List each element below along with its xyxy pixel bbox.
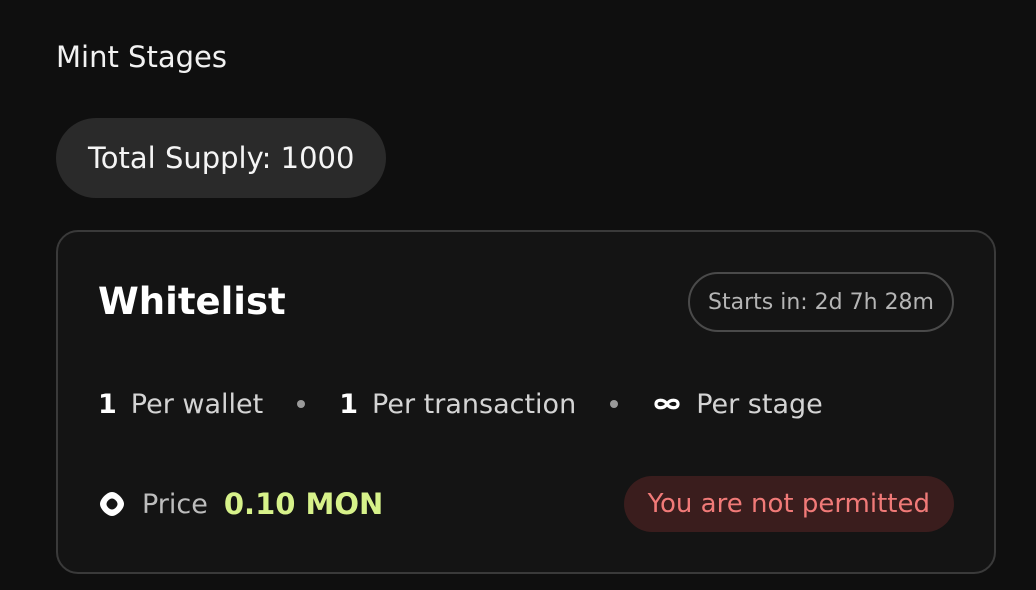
per-wallet-label: Per wallet [130,388,264,420]
per-stage-label: Per stage [696,388,823,420]
mon-token-icon [98,490,126,518]
stage-countdown-badge: Starts in: 2d 7h 28m [688,272,954,332]
total-supply-badge: Total Supply: 1000 [56,118,387,198]
stage-countdown-text: Starts in: 2d 7h 28m [708,289,934,315]
mint-stages-panel: Mint Stages Total Supply: 1000 Whitelist… [0,0,1036,590]
price-label: Price [142,488,208,520]
section-title: Mint Stages [56,40,227,74]
per-transaction-label: Per transaction [372,388,577,420]
infinity-icon [652,396,682,412]
separator-dot [297,400,306,408]
stage-card-whitelist[interactable]: Whitelist Starts in: 2d 7h 28m 1 Per wal… [56,230,996,574]
stage-limits: 1 Per wallet 1 Per transaction Per stage [98,384,823,424]
permission-status-text: You are not permitted [647,489,930,519]
total-supply-label: Total Supply: 1000 [88,141,355,175]
per-transaction-value: 1 [339,388,359,420]
permission-status-badge: You are not permitted [623,476,954,532]
separator-dot [610,400,619,408]
price-value: 0.10 MON [223,487,384,521]
stage-name: Whitelist [98,280,286,323]
per-wallet-value: 1 [98,388,117,420]
stage-price: Price 0.10 MON [98,484,383,524]
